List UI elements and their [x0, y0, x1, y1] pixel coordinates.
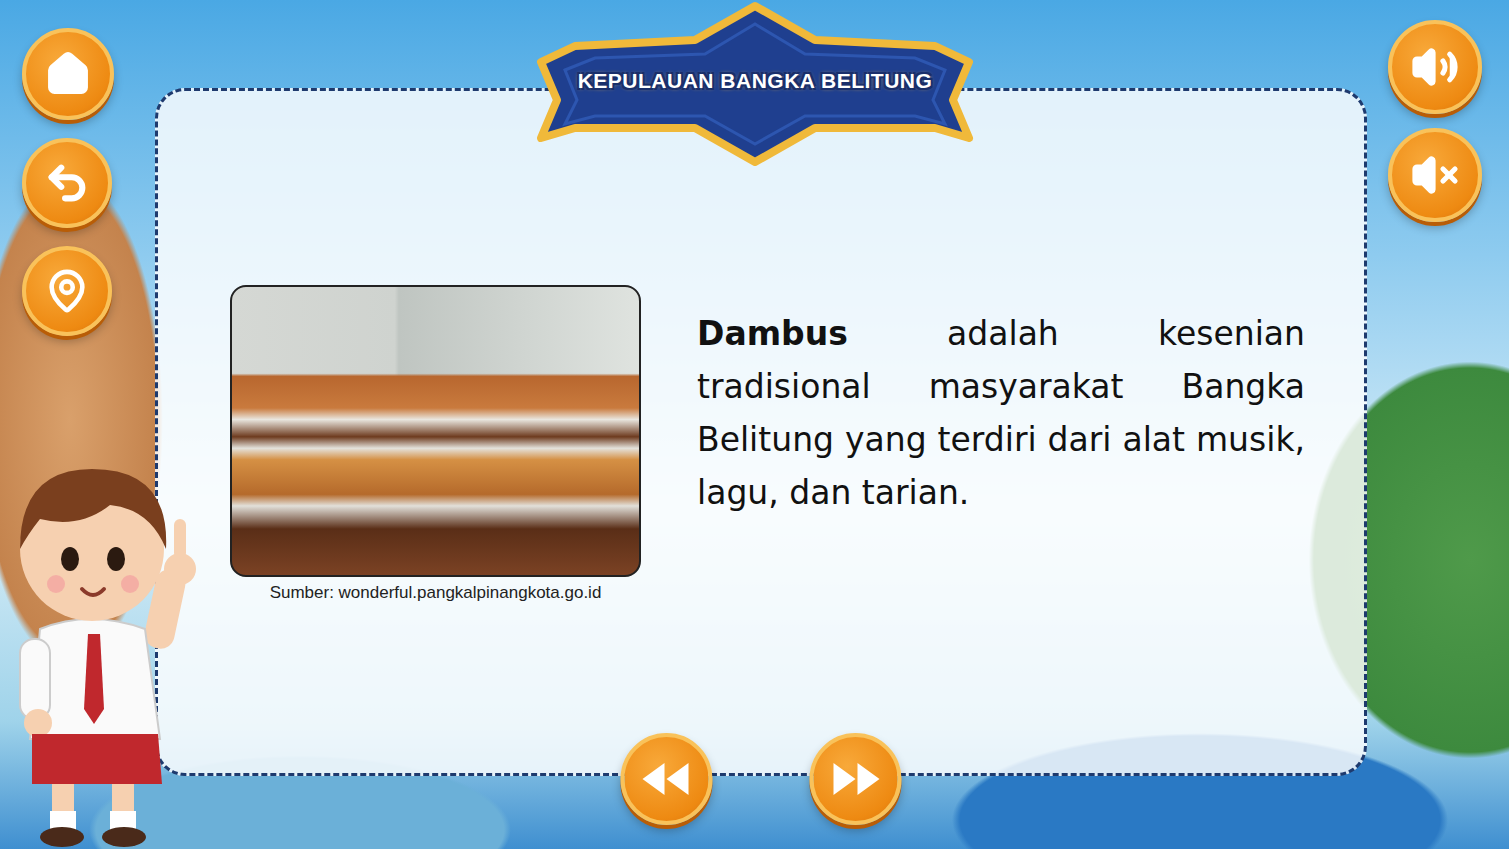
map-button[interactable]: [22, 246, 112, 336]
student-character-icon: [0, 439, 210, 849]
rewind-icon: [641, 759, 693, 799]
title-banner: KEPULAUAN BANGKA BELITUNG: [535, 0, 975, 168]
map-pin-icon: [44, 268, 90, 314]
page-navigation: [621, 733, 902, 825]
sound-on-button[interactable]: [1388, 20, 1482, 114]
next-button[interactable]: [810, 733, 902, 825]
photo-caption: Sumber: wonderful.pangkalpinangkota.go.i…: [270, 583, 602, 603]
sound-menu: [1367, 0, 1509, 849]
fast-forward-icon: [830, 759, 882, 799]
home-icon: [45, 51, 91, 97]
back-button[interactable]: [22, 138, 112, 228]
lesson-screen: Sumber: wonderful.pangkalpinangkota.go.i…: [0, 0, 1509, 849]
mute-button[interactable]: [1388, 128, 1482, 222]
previous-button[interactable]: [621, 733, 713, 825]
speaker-mute-icon: [1411, 151, 1459, 199]
back-arrow-icon: [44, 160, 90, 206]
home-button[interactable]: [22, 28, 114, 120]
photo-figure: Sumber: wonderful.pangkalpinangkota.go.i…: [230, 285, 641, 603]
term: Dambus: [697, 314, 848, 353]
banner-title: KEPULAUAN BANGKA BELITUNG: [578, 69, 933, 93]
info-card: Sumber: wonderful.pangkalpinangkota.go.i…: [155, 88, 1367, 776]
dambus-photo: [230, 285, 641, 577]
description-text: Dambus adalah kesenian tradisional masya…: [697, 285, 1305, 519]
speaker-icon: [1411, 43, 1459, 91]
